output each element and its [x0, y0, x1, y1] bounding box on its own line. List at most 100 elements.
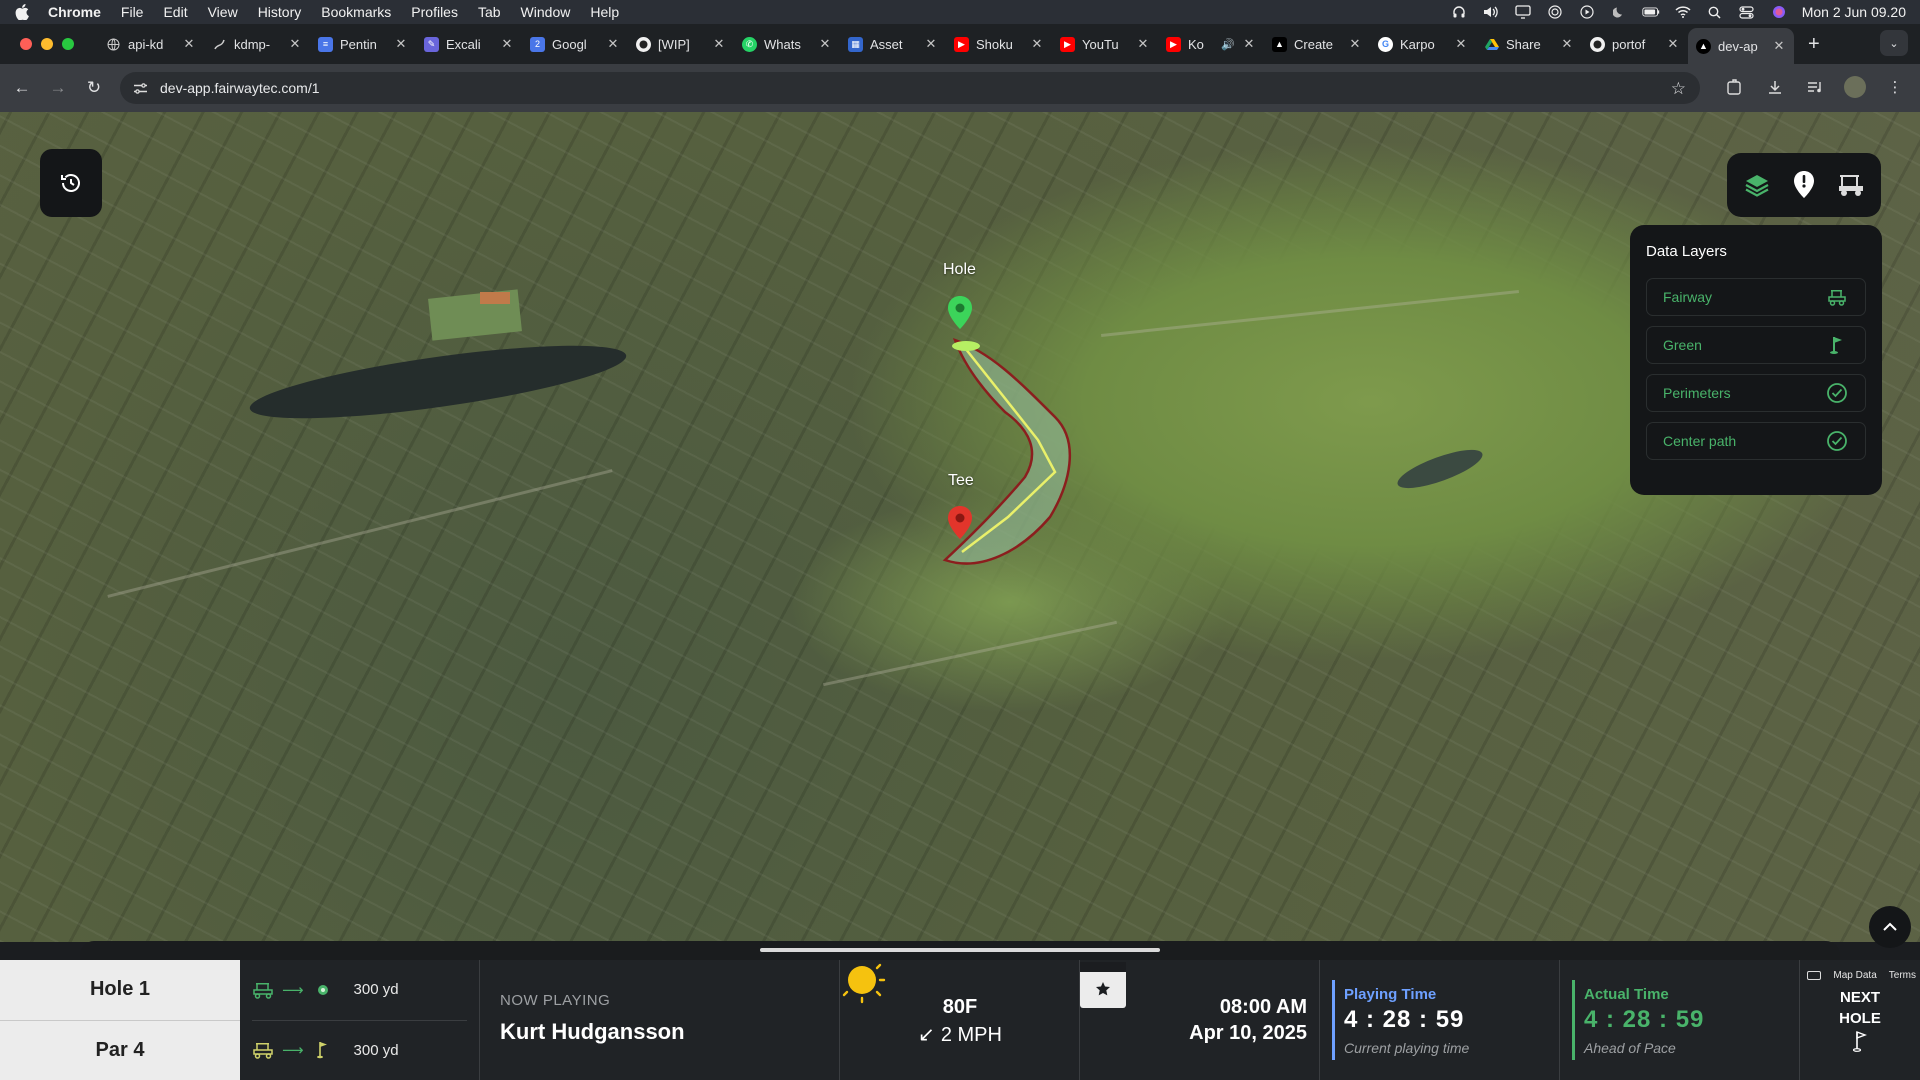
play-icon[interactable] [1578, 5, 1596, 19]
layer-perimeters[interactable]: Perimeters [1646, 374, 1866, 412]
close-tab-icon[interactable]: ✕ [1666, 36, 1680, 52]
browser-tab[interactable]: ✆ Whats ✕ [734, 28, 840, 60]
close-tab-icon[interactable]: ✕ [394, 36, 408, 52]
layer-green[interactable]: Green [1646, 326, 1866, 364]
alert-pin-icon[interactable] [1787, 168, 1821, 202]
golf-cart-icon[interactable] [1834, 168, 1868, 202]
menu-profiles[interactable]: Profiles [411, 4, 458, 20]
menu-app-name[interactable]: Chrome [48, 4, 101, 20]
profile-avatar[interactable] [1844, 76, 1866, 98]
layer-fairway[interactable]: Fairway [1646, 278, 1866, 316]
playing-time-panel: Playing Time 4 : 28 : 59 Current playing… [1320, 960, 1560, 1080]
close-tab-icon[interactable]: ✕ [1348, 36, 1362, 52]
layers-icon[interactable] [1740, 168, 1774, 202]
yardage-to-green: ⟶ 300 yd [252, 960, 467, 1020]
menu-view[interactable]: View [208, 4, 238, 20]
tee-pin-icon[interactable] [947, 506, 973, 540]
more-menu-icon[interactable]: ⋮ [1884, 76, 1906, 98]
close-tab-icon[interactable]: ✕ [1454, 36, 1468, 52]
screen-mirror-icon[interactable] [1514, 5, 1532, 19]
tab-title: dev-ap [1718, 38, 1758, 54]
keyboard-shortcuts-icon[interactable] [1807, 971, 1822, 980]
close-tab-icon[interactable]: ✕ [924, 36, 938, 52]
bookmark-star-icon[interactable]: ☆ [1671, 79, 1686, 99]
browser-tab[interactable]: kdmp- ✕ [204, 28, 310, 60]
control-center-icon[interactable] [1738, 5, 1756, 19]
browser-tab[interactable]: ▶ Shoku ✕ [946, 28, 1052, 60]
url-text[interactable]: dev-app.fairwaytec.com/1 [160, 80, 320, 96]
close-tab-icon[interactable]: ✕ [818, 36, 832, 52]
browser-tab[interactable]: 2 Googl ✕ [522, 28, 628, 60]
map-data-link[interactable]: Map Data [1833, 970, 1876, 981]
menubar-clock[interactable]: Mon 2 Jun 09.20 [1802, 4, 1906, 20]
minimize-window-button[interactable] [41, 38, 53, 50]
close-tab-icon[interactable]: ✕ [500, 36, 514, 52]
browser-tab[interactable]: G Karpo ✕ [1370, 28, 1476, 60]
browser-tab[interactable]: ✎ Excali ✕ [416, 28, 522, 60]
extensions-icon[interactable] [1724, 76, 1746, 98]
forward-arrow-icon[interactable]: → [44, 74, 72, 102]
menu-bookmarks[interactable]: Bookmarks [321, 4, 391, 20]
apple-menu-icon[interactable] [14, 4, 30, 20]
browser-tab[interactable]: portof ✕ [1582, 28, 1688, 60]
asset-icon: ▦ [848, 36, 863, 52]
browser-tab[interactable]: Share ✕ [1476, 28, 1582, 60]
vercel-icon: ▲ [1272, 36, 1287, 52]
close-tab-icon[interactable]: ✕ [1772, 38, 1786, 54]
menu-file[interactable]: File [121, 4, 144, 20]
menu-tab[interactable]: Tab [478, 4, 501, 20]
wifi-icon[interactable] [1674, 5, 1692, 19]
excalidraw-icon: ✎ [424, 36, 439, 52]
browser-tab[interactable]: ≡ Pentin ✕ [310, 28, 416, 60]
menu-help[interactable]: Help [590, 4, 619, 20]
siri-icon[interactable] [1770, 5, 1788, 19]
volume-icon[interactable] [1482, 5, 1500, 19]
browser-tab[interactable]: [WIP] ✕ [628, 28, 734, 60]
close-tab-icon[interactable]: ✕ [182, 36, 196, 52]
expand-panel-button[interactable] [1869, 906, 1911, 948]
site-settings-icon[interactable] [132, 80, 148, 96]
drag-handle[interactable] [760, 948, 1160, 952]
new-tab-button[interactable]: + [1808, 33, 1820, 56]
download-icon[interactable] [1764, 76, 1786, 98]
back-arrow-icon[interactable]: ← [8, 74, 36, 102]
menu-edit[interactable]: Edit [163, 4, 187, 20]
reload-icon[interactable]: ↻ [80, 74, 108, 102]
layer-label: Center path [1663, 433, 1737, 449]
close-tab-icon[interactable]: ✕ [1242, 36, 1256, 52]
airdrop-icon[interactable] [1546, 5, 1564, 19]
close-tab-icon[interactable]: ✕ [1030, 36, 1044, 52]
spotlight-search-icon[interactable] [1706, 5, 1724, 19]
history-button[interactable] [40, 149, 102, 217]
headphones-icon[interactable] [1450, 5, 1468, 19]
browser-tab[interactable]: ▦ Asset ✕ [840, 28, 946, 60]
browser-tab[interactable]: ▲ Create ✕ [1264, 28, 1370, 60]
address-bar[interactable]: dev-app.fairwaytec.com/1 ☆ [120, 72, 1700, 104]
hole-pin-icon[interactable] [947, 296, 973, 330]
menu-window[interactable]: Window [521, 4, 571, 20]
terms-link[interactable]: Terms [1889, 970, 1916, 981]
focus-moon-icon[interactable] [1610, 5, 1628, 19]
media-controls-icon[interactable] [1804, 76, 1826, 98]
close-window-button[interactable] [20, 38, 32, 50]
close-tab-icon[interactable]: ✕ [1136, 36, 1150, 52]
close-tab-icon[interactable]: ✕ [288, 36, 302, 52]
browser-tab[interactable]: api-kd ✕ [98, 28, 204, 60]
tab-audio-icon[interactable]: 🔊 [1221, 38, 1235, 51]
close-tab-icon[interactable]: ✕ [712, 36, 726, 52]
tab-title: Ko [1188, 36, 1204, 52]
data-layers-panel: Data Layers Fairway Green Perimeters Cen… [1630, 225, 1882, 495]
tab-search-chevron-icon[interactable]: ⌄ [1880, 30, 1908, 56]
browser-tab[interactable]: ▶ YouTu ✕ [1052, 28, 1158, 60]
zoom-window-button[interactable] [62, 38, 74, 50]
close-tab-icon[interactable]: ✕ [1560, 36, 1574, 52]
browser-tab[interactable]: ▶ Ko 🔊 ✕ [1158, 28, 1264, 60]
whatsapp-icon: ✆ [742, 36, 757, 52]
browser-tab-active[interactable]: ▲ dev-ap ✕ [1688, 28, 1794, 64]
layer-center-path[interactable]: Center path [1646, 422, 1866, 460]
playing-time-sub: Current playing time [1344, 1040, 1470, 1056]
tab-title: Karpo [1400, 36, 1435, 52]
menu-history[interactable]: History [258, 4, 302, 20]
battery-icon[interactable] [1642, 5, 1660, 19]
close-tab-icon[interactable]: ✕ [606, 36, 620, 52]
